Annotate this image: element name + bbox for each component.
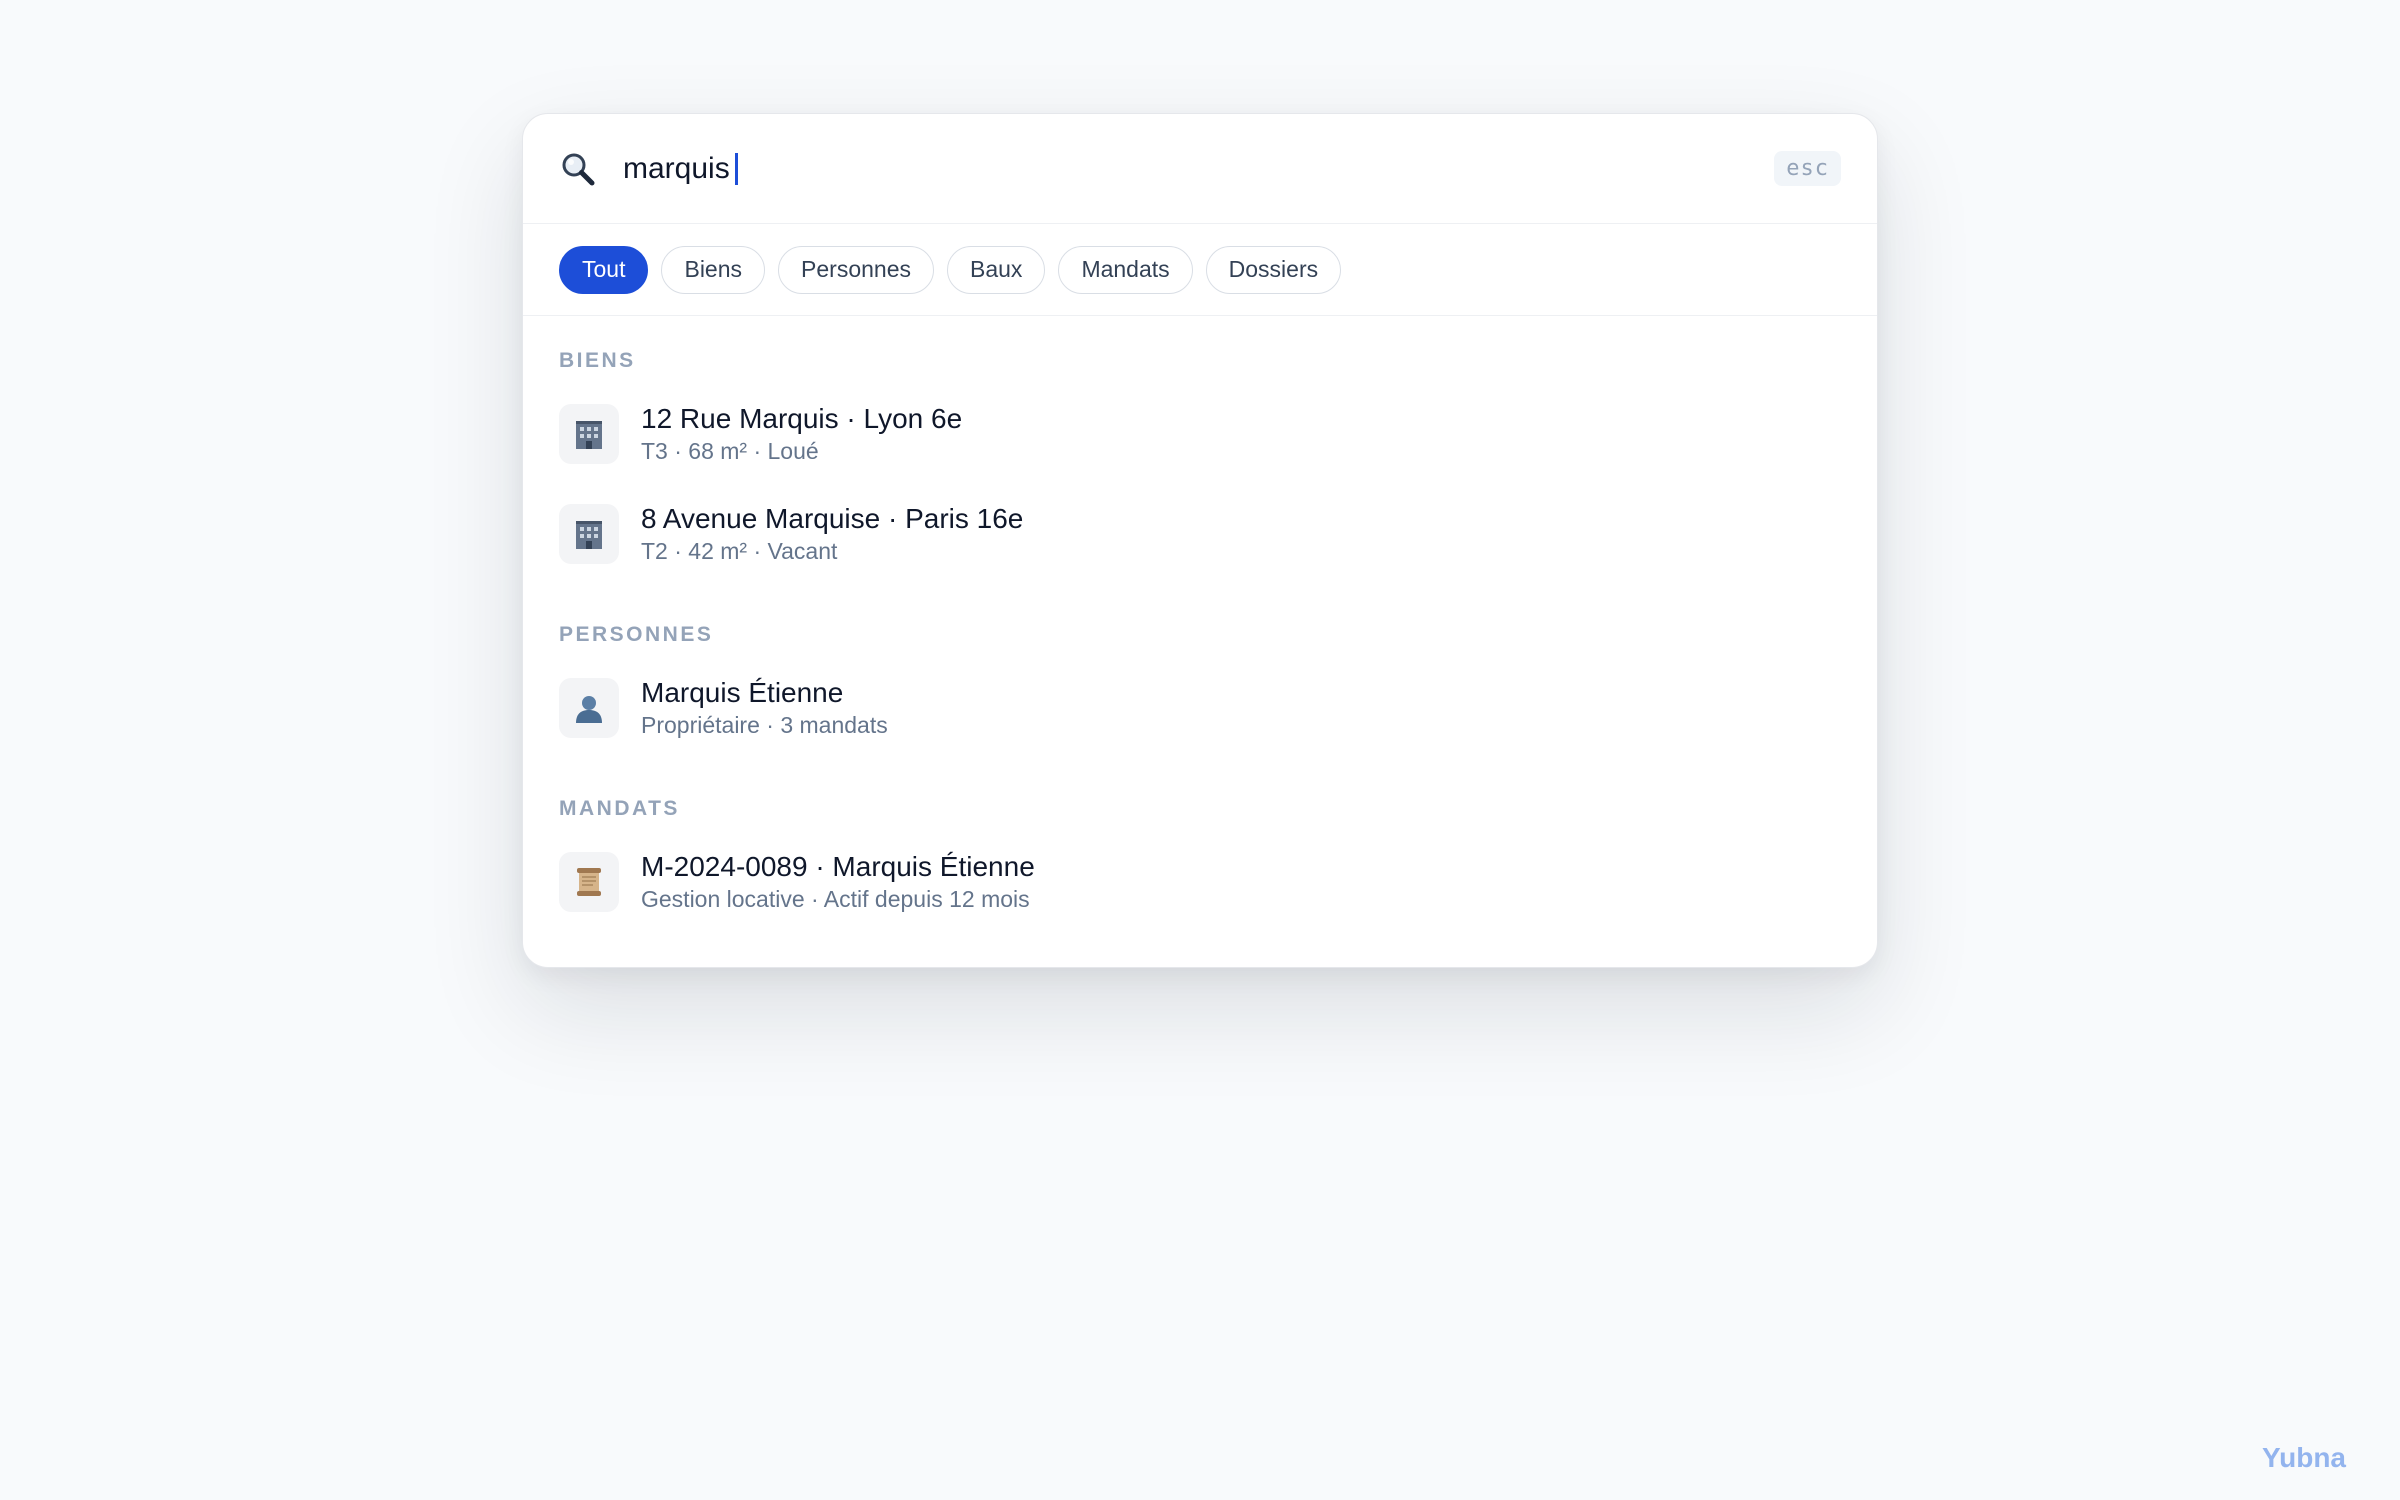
result-title: M-2024-0089 · Marquis Étienne bbox=[641, 851, 1035, 882]
result-item[interactable]: 8 Avenue Marquise · Paris 16e T2 · 42 m²… bbox=[559, 484, 1841, 584]
filter-personnes[interactable]: Personnes bbox=[778, 245, 934, 294]
result-item[interactable]: Marquis Étienne Propriétaire · 3 mandats bbox=[559, 658, 1841, 758]
result-title: Marquis Étienne bbox=[641, 677, 844, 708]
result-subtitle: T2 · 42 m² · Vacant bbox=[641, 538, 838, 564]
text-caret bbox=[734, 152, 738, 185]
building-icon bbox=[559, 504, 619, 564]
filter-dossiers[interactable]: Dossiers bbox=[1205, 245, 1342, 294]
scroll-icon bbox=[559, 852, 619, 912]
group-label-mandats: MANDATS bbox=[559, 797, 680, 820]
result-title: 12 Rue Marquis · Lyon 6e bbox=[641, 403, 963, 434]
group-label-biens: BIENS bbox=[559, 349, 636, 372]
group-label-personnes: PERSONNES bbox=[559, 623, 714, 646]
search-query: marquis bbox=[623, 151, 730, 185]
search-icon bbox=[559, 150, 597, 188]
filter-tout[interactable]: Tout bbox=[559, 245, 649, 294]
result-item[interactable]: 12 Rue Marquis · Lyon 6e T3 · 68 m² · Lo… bbox=[559, 384, 1841, 484]
person-icon bbox=[559, 678, 619, 738]
result-item[interactable]: M-2024-0089 · Marquis Étienne Gestion lo… bbox=[559, 832, 1841, 932]
command-palette: marquis esc Tout Biens Personnes Baux Ma… bbox=[522, 113, 1878, 968]
result-title: 8 Avenue Marquise · Paris 16e bbox=[641, 503, 1024, 534]
filter-baux[interactable]: Baux bbox=[947, 245, 1046, 294]
esc-key-hint[interactable]: esc bbox=[1774, 151, 1841, 186]
filter-tabs: Tout Biens Personnes Baux Mandats Dossie… bbox=[523, 224, 1877, 316]
search-input[interactable]: marquis bbox=[623, 139, 1774, 199]
result-subtitle: Gestion locative · Actif depuis 12 mois bbox=[641, 886, 1030, 912]
building-icon bbox=[559, 404, 619, 464]
brand-logo: Yubna bbox=[2261, 1442, 2346, 1473]
result-subtitle: T3 · 68 m² · Loué bbox=[641, 438, 819, 464]
search-bar: marquis esc bbox=[523, 114, 1877, 224]
filter-biens[interactable]: Biens bbox=[661, 245, 766, 294]
filter-mandats[interactable]: Mandats bbox=[1058, 245, 1193, 294]
results-list: BIENS 12 Rue Marquis · Lyon 6e T3 · 68 m… bbox=[523, 316, 1877, 932]
result-subtitle: Propriétaire · 3 mandats bbox=[641, 712, 888, 738]
